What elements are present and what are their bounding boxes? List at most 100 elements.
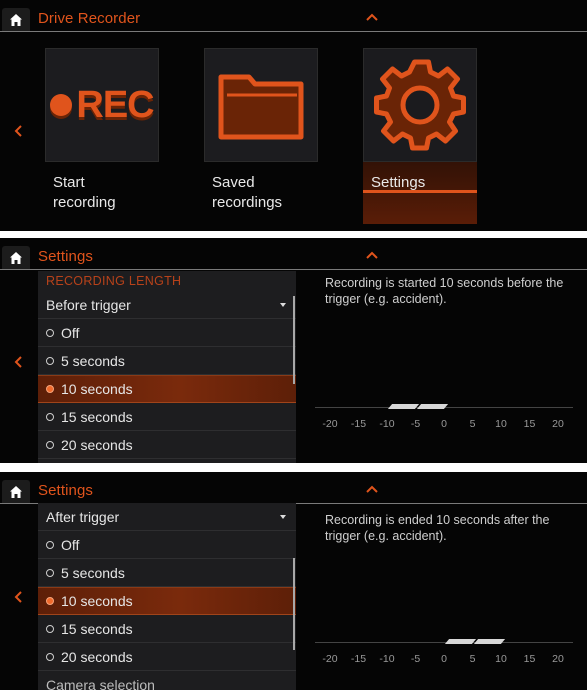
radio-icon: [46, 624, 54, 633]
page-title: Settings: [38, 482, 93, 499]
after-trigger-dropdown[interactable]: After trigger: [38, 503, 296, 531]
timeline-tick-label: 10: [495, 418, 507, 430]
radio-icon: [46, 568, 54, 577]
timeline-tick-label: 0: [441, 418, 447, 430]
radio-icon: [46, 356, 54, 365]
home-button[interactable]: [2, 246, 30, 270]
timeline-tick-label: -20: [322, 653, 338, 665]
option-label: 15 seconds: [61, 620, 133, 637]
page-title: Settings: [38, 248, 93, 265]
option-label: Off: [61, 536, 80, 553]
option-20-seconds[interactable]: 20 seconds: [38, 643, 296, 671]
timeline-tick-label: 15: [523, 418, 536, 430]
saved-recordings-label: Saved recordings: [212, 174, 283, 211]
radio-selected-icon: [46, 597, 54, 605]
description-text: Recording is started 10 seconds before t…: [325, 276, 564, 306]
radio-icon: [46, 540, 54, 549]
description-text: Recording is ended 10 seconds after the …: [325, 513, 550, 543]
option-10-seconds[interactable]: 10 seconds: [38, 375, 296, 403]
timeline-tick-label: 0: [441, 653, 447, 665]
page-title: Drive Recorder: [38, 10, 141, 27]
timeline: -20 -15 -10 -5 0 5 10 15 20: [315, 400, 573, 440]
header-divider: [0, 503, 30, 504]
timeline-highlight-segment: [416, 404, 448, 409]
timeline-tick-label: 10: [495, 653, 507, 665]
timeline-highlight-segment: [444, 639, 476, 644]
timeline-highlight-segment: [387, 404, 419, 409]
scrollbar[interactable]: [293, 558, 295, 650]
timeline-tick-label: -10: [379, 653, 395, 665]
timeline-tick-label: 20: [552, 653, 564, 665]
section-label: RECORDING LENGTH: [46, 274, 182, 288]
settings-after-trigger-screen: Settings After trigger Off 5 seconds 10 …: [0, 472, 587, 690]
camera-selection-item[interactable]: Camera selection: [38, 671, 296, 690]
header-divider: [30, 269, 587, 270]
before-trigger-dropdown[interactable]: Before trigger: [38, 291, 296, 319]
option-label: 5 seconds: [61, 564, 125, 581]
timeline-tick-label: -15: [350, 418, 367, 430]
settings-list: RECORDING LENGTH Before trigger Off 5 se…: [38, 271, 296, 463]
folder-icon: [218, 74, 304, 140]
option-5-seconds[interactable]: 5 seconds: [38, 347, 296, 375]
chevron-up-icon[interactable]: [366, 12, 378, 22]
back-chevron-icon[interactable]: [14, 355, 24, 369]
option-label: 20 seconds: [61, 648, 133, 665]
timeline-tick-label: 20: [552, 418, 564, 430]
start-recording-label: Start recording: [53, 174, 116, 211]
timeline-tick-label: -5: [410, 653, 421, 665]
drive-recorder-screen: Drive Recorder REC Start recording Saved…: [0, 0, 587, 231]
header-divider: [30, 31, 587, 32]
radio-icon: [46, 440, 54, 449]
option-label: Off: [61, 324, 80, 341]
timeline: -20 -15 -10 -5 0 5 10 15 20: [315, 635, 573, 675]
back-chevron-icon[interactable]: [14, 590, 24, 604]
timeline-labels: -20 -15 -10 -5 0 5 10 15 20: [315, 418, 573, 432]
radio-icon: [46, 412, 54, 421]
header: Drive Recorder: [0, 6, 587, 32]
timeline-tick-label: -15: [350, 653, 367, 665]
saved-recordings-tile[interactable]: Saved recordings: [204, 48, 318, 213]
chevron-up-icon[interactable]: [366, 250, 378, 260]
timeline-labels: -20 -15 -10 -5 0 5 10 15 20: [315, 653, 573, 667]
back-chevron-icon[interactable]: [14, 124, 24, 138]
home-button[interactable]: [2, 480, 30, 504]
settings-before-trigger-screen: Settings RECORDING LENGTH Before trigger…: [0, 238, 587, 463]
scrollbar[interactable]: [293, 296, 295, 384]
option-label: 10 seconds: [61, 593, 133, 609]
timeline-tick-label: -5: [410, 418, 421, 430]
rec-dot-icon: [50, 94, 73, 116]
header: Settings: [0, 478, 587, 504]
option-10-seconds[interactable]: 10 seconds: [38, 587, 296, 615]
radio-icon: [46, 652, 54, 661]
option-5-seconds[interactable]: 5 seconds: [38, 559, 296, 587]
timeline-axis: [315, 642, 573, 643]
timeline-highlight-segment: [473, 639, 505, 644]
gear-icon: [374, 59, 466, 151]
timeline-tick-label: 5: [469, 653, 476, 665]
radio-icon: [46, 328, 54, 337]
chevron-up-icon[interactable]: [366, 484, 378, 494]
settings-tile[interactable]: Settings: [363, 48, 477, 224]
header: Settings: [0, 244, 587, 270]
rec-icon: REC: [45, 48, 159, 162]
dropdown-arrow-icon: [280, 515, 286, 519]
timeline-tick-label: 5: [469, 418, 476, 430]
option-15-seconds[interactable]: 15 seconds: [38, 403, 296, 431]
option-15-seconds[interactable]: 15 seconds: [38, 615, 296, 643]
option-label: 15 seconds: [61, 408, 133, 425]
header-divider: [0, 31, 30, 32]
camera-selection-label: Camera selection: [46, 676, 155, 690]
home-button[interactable]: [2, 8, 30, 32]
home-icon: [10, 252, 22, 264]
timeline-tick-label: 15: [523, 653, 536, 665]
option-20-seconds[interactable]: 20 seconds: [38, 431, 296, 459]
option-off[interactable]: Off: [38, 319, 296, 347]
timeline-tick-label: -10: [379, 418, 395, 430]
dropdown-label: After trigger: [46, 508, 120, 525]
start-recording-tile[interactable]: REC Start recording: [45, 48, 159, 213]
option-off[interactable]: Off: [38, 531, 296, 559]
radio-selected-icon: [46, 385, 54, 393]
selection-indicator: [363, 190, 477, 193]
timeline-tick-label: -20: [322, 418, 338, 430]
option-label: 10 seconds: [61, 381, 133, 397]
